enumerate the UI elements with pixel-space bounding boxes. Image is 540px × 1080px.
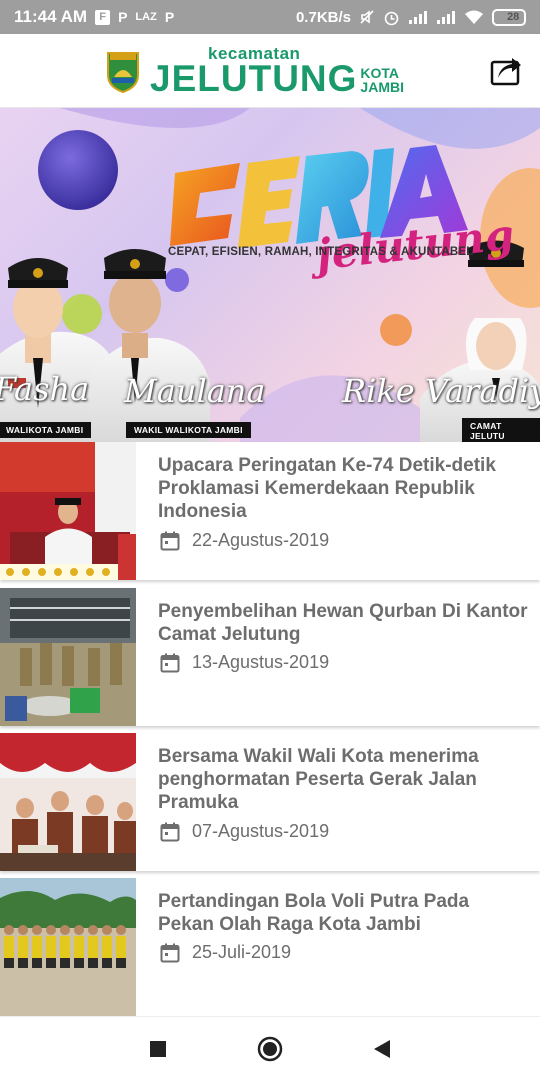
official-photo-2 <box>90 249 210 442</box>
home-circle-icon <box>257 1036 283 1061</box>
recent-apps-button[interactable] <box>144 1035 172 1063</box>
signal-icon-2 <box>437 11 455 24</box>
news-thumbnail-2[interactable] <box>0 588 136 726</box>
system-nav-bar <box>0 1016 540 1080</box>
battery-icon: 28 <box>492 8 526 26</box>
square-icon <box>150 1040 166 1057</box>
signal-icon <box>409 11 427 24</box>
hero-banner[interactable]: jelutung CEPAT, EFISIEN, RAMAH, INTEGRIT… <box>0 108 540 442</box>
news-date-row-2: 13-Agustus-2019 <box>160 652 329 673</box>
news-thumbnail-4[interactable] <box>0 878 136 1016</box>
news-thumbnail-3[interactable] <box>0 733 136 871</box>
news-date-3: 07-Agustus-2019 <box>192 821 330 841</box>
news-title-3: Bersama Wakil Wali Kota menerima penghor… <box>158 746 479 813</box>
brand-jambi: JAMBI <box>360 78 404 95</box>
news-item-2[interactable]: Penyembelihan Hewan Qurban Di Kantor Cam… <box>0 588 540 726</box>
calendar-icon <box>160 822 180 841</box>
news-title-2: Penyembelihan Hewan Qurban Di Kantor Cam… <box>158 601 528 645</box>
home-button[interactable] <box>256 1035 284 1063</box>
banner-role-3: CAMAT JELUTU <box>462 418 540 442</box>
banner-name-3: Rike Varadiy <box>342 372 540 410</box>
news-date-4: 25-Juli-2019 <box>192 942 292 962</box>
news-item-4[interactable]: Pertandingan Bola Voli Putra Pada Pekan … <box>0 878 540 1016</box>
p-notification-icon: P <box>118 9 128 25</box>
calendar-icon <box>160 653 180 672</box>
app-header: kecamatan JELUTUNG KOTA JAMBI <box>0 34 540 108</box>
lazada-notification-icon: LAZ <box>135 11 157 23</box>
mute-icon <box>360 10 374 24</box>
share-icon[interactable] <box>490 52 522 86</box>
brand-jelutung: JELUTUNG <box>150 57 358 99</box>
alarm-icon <box>384 11 399 25</box>
news-date-2: 13-Agustus-2019 <box>192 652 330 672</box>
status-bar: 11:44 AM F P LAZ P 0.7KB/s 28 <box>0 0 540 34</box>
news-date-1: 22-Agustus-2019 <box>192 530 330 550</box>
news-title-4: Pertandingan Bola Voli Putra Pada Pekan … <box>158 891 470 935</box>
battery-level: 28 <box>507 11 520 23</box>
calendar-icon <box>160 943 180 962</box>
news-date-row-1: 22-Agustus-2019 <box>160 530 329 551</box>
news-thumbnail-1[interactable] <box>0 442 136 580</box>
banner-role-1: WALIKOTA JAMBI <box>0 422 92 438</box>
wifi-icon <box>465 10 483 24</box>
brand-kota: KOTA <box>360 64 400 81</box>
back-button[interactable] <box>368 1035 396 1063</box>
calendar-icon <box>160 531 180 550</box>
banner-name-2: Maulana <box>124 372 266 410</box>
app-logo: kecamatan JELUTUNG KOTA JAMBI <box>106 45 404 97</box>
status-time: 11:44 AM <box>14 7 88 26</box>
facebook-notification-icon: F <box>95 9 111 25</box>
banner-role-2: WAKIL WALIKOTA JAMBI <box>126 422 251 438</box>
p-notification-icon-2: P <box>164 9 175 25</box>
network-speed: 0.7KB/s <box>295 8 351 26</box>
banner-tagline: CEPAT, EFISIEN, RAMAH, INTEGRITAS & AKUN… <box>168 246 474 258</box>
news-date-row-3: 07-Agustus-2019 <box>160 821 329 842</box>
news-item-1[interactable]: Upacara Peringatan Ke-74 Detik-detik Pro… <box>0 442 540 580</box>
news-title-1: Upacara Peringatan Ke-74 Detik-detik Pro… <box>158 455 496 522</box>
banner-name-1: Fasha <box>0 370 90 408</box>
news-date-row-4: 25-Juli-2019 <box>160 942 291 963</box>
back-triangle-icon <box>374 1039 390 1058</box>
news-item-3[interactable]: Bersama Wakil Wali Kota menerima penghor… <box>0 733 540 871</box>
jambi-crest-icon <box>107 51 140 93</box>
